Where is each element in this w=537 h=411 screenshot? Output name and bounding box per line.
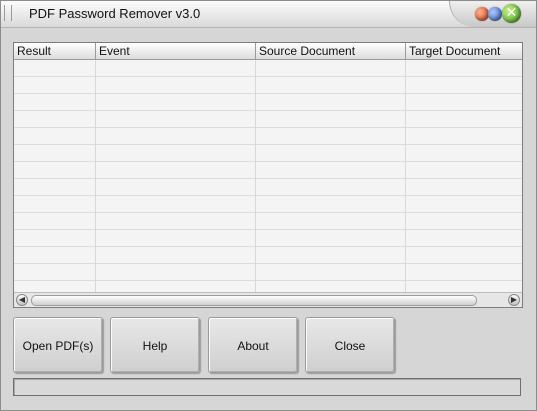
app-window: PDF Password Remover v3.0 ✕ Result Event… [0,0,537,411]
help-button[interactable]: Help [110,317,200,373]
open-pdfs-button[interactable]: Open PDF(s) [13,317,103,373]
results-list[interactable]: Result Event Source Document Target Docu… [13,42,523,308]
about-button[interactable]: About [208,317,298,373]
maximize-icon[interactable] [488,7,502,21]
scrollbar-thumb[interactable] [31,295,477,306]
title-bar[interactable]: PDF Password Remover v3.0 ✕ [1,1,536,28]
column-header-target-document[interactable]: Target Document [406,43,522,59]
column-header-source-document[interactable]: Source Document [256,43,406,59]
status-bar [13,378,521,396]
window-controls: ✕ [449,1,536,27]
minimize-icon[interactable] [475,7,489,21]
horizontal-scrollbar[interactable]: ◀ ▶ [14,292,522,307]
column-header-event[interactable]: Event [96,43,256,59]
column-divider [405,60,406,292]
list-header: Result Event Source Document Target Docu… [14,43,522,60]
scroll-right-icon[interactable]: ▶ [508,294,520,306]
window-title: PDF Password Remover v3.0 [29,6,201,21]
list-rows[interactable] [14,60,522,292]
close-button[interactable]: Close [305,317,395,373]
close-icon[interactable]: ✕ [502,4,521,23]
column-divider [255,60,256,292]
scroll-left-icon[interactable]: ◀ [16,294,28,306]
column-header-result[interactable]: Result [14,43,96,59]
column-divider [95,60,96,292]
window-grip-icon [4,5,12,21]
